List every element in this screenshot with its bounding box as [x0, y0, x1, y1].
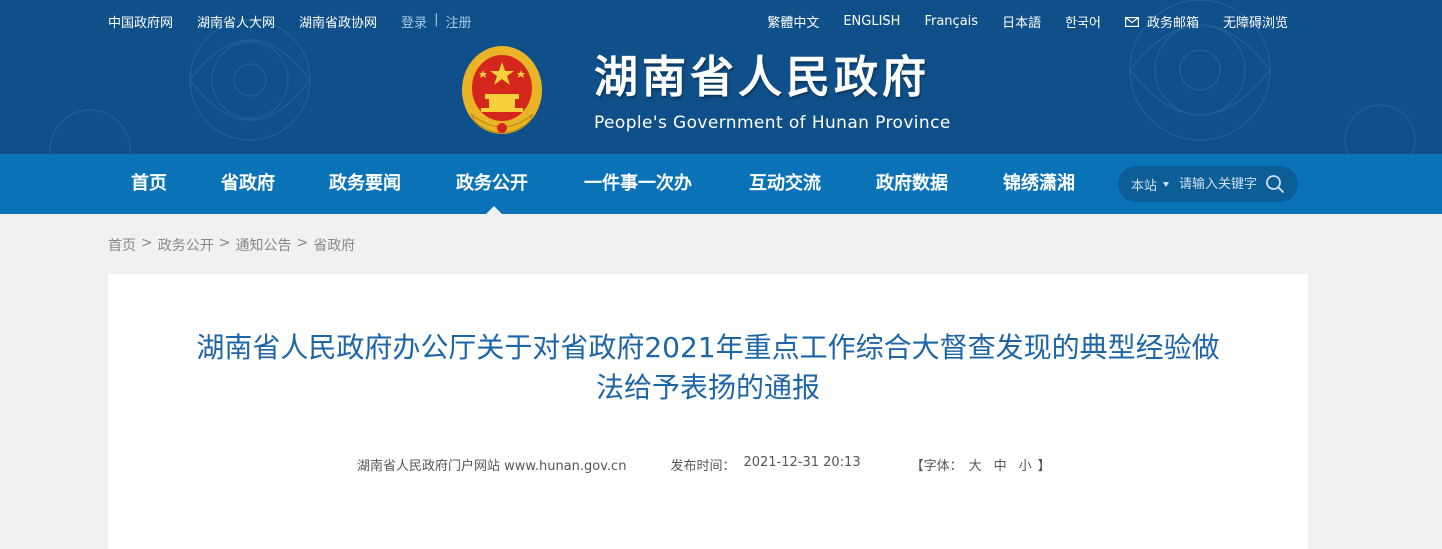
article-meta: 湖南省人民政府门户网站 www.hunan.gov.cn 发布时间： 2021-… [357, 455, 1051, 474]
publish-time-value: 2021-12-31 20:13 [743, 455, 861, 470]
active-nav-indicator [485, 206, 502, 214]
link-hunan-cppcc[interactable]: 湖南省政协网 [299, 12, 377, 31]
nav-gov-affairs-open-label: 政务公开 [456, 173, 528, 194]
breadcrumb-notices[interactable]: 通知公告 [235, 235, 291, 255]
auth-links: 登录 | 注册 [401, 12, 471, 31]
link-korean[interactable]: 한국어 [1065, 12, 1101, 31]
nav-one-thing-once[interactable]: 一件事一次办 [584, 154, 692, 214]
search-box: 本站 [1118, 166, 1298, 202]
mailbox-label: 政务邮箱 [1146, 16, 1199, 31]
register-link[interactable]: 注册 [445, 12, 471, 31]
breadcrumb-home[interactable]: 首页 [108, 235, 136, 255]
breadcrumb-gov-affairs-open[interactable]: 政务公开 [158, 235, 214, 255]
auth-separator: | [434, 12, 439, 27]
search-icon[interactable] [1265, 174, 1285, 194]
link-traditional-chinese[interactable]: 繁體中文 [767, 12, 819, 31]
caret-down-icon [1163, 181, 1170, 187]
breadcrumb-provincial-gov[interactable]: 省政府 [313, 235, 355, 255]
mail-icon [1124, 16, 1139, 27]
breadcrumb-separator: > [296, 235, 309, 251]
link-accessibility[interactable]: 无障碍浏览 [1223, 12, 1288, 31]
nav-gov-news[interactable]: 政务要闻 [329, 154, 401, 214]
nav-gov-affairs-open[interactable]: 政务公开 [456, 154, 531, 214]
site-title-chinese: 湖南省人民政府 [594, 52, 930, 103]
site-title-english: People's Government of Hunan Province [594, 113, 951, 133]
link-hunan-npc[interactable]: 湖南省人大网 [197, 12, 275, 31]
link-french[interactable]: Français [924, 12, 978, 31]
font-size-large[interactable]: 大 [969, 455, 982, 474]
link-english[interactable]: ENGLISH [843, 12, 900, 31]
search-scope-select[interactable]: 本站 [1131, 175, 1170, 194]
breadcrumb-separator: > [218, 235, 231, 251]
nav-gov-data[interactable]: 政府数据 [876, 154, 948, 214]
article-source: 湖南省人民政府门户网站 www.hunan.gov.cn [357, 459, 627, 474]
breadcrumb: 首页 > 政务公开 > 通知公告 > 省政府 [108, 235, 355, 255]
national-emblem-icon [462, 46, 542, 134]
nav-provincial-gov[interactable]: 省政府 [221, 154, 275, 214]
font-size-close: 】 [1037, 459, 1051, 474]
nav-interaction[interactable]: 互动交流 [749, 154, 821, 214]
font-size-switcher: 【字体： 大 中 小 】 [911, 455, 1051, 474]
top-right-links: 繁體中文 ENGLISH Français 日本語 한국어 政务邮箱 无障碍浏览 [767, 12, 1288, 31]
publish-time-label: 发布时间： [670, 459, 736, 474]
login-link[interactable]: 登录 [401, 12, 427, 31]
nav-splendid-hunan[interactable]: 锦绣潇湘 [1003, 154, 1075, 214]
font-size-label: 【字体： [910, 459, 963, 474]
article-card: 湖南省人民政府办公厅关于对省政府2021年重点工作综合大督查发现的典型经验做法给… [108, 274, 1308, 549]
link-china-gov[interactable]: 中国政府网 [108, 12, 173, 31]
article-title: 湖南省人民政府办公厅关于对省政府2021年重点工作综合大督查发现的典型经验做法给… [196, 331, 1220, 404]
search-input[interactable] [1179, 176, 1270, 192]
site-header: 中国政府网 湖南省人大网 湖南省政协网 登录 | 注册 繁體中文 ENGLISH… [0, 0, 1442, 154]
font-size-medium[interactable]: 中 [994, 455, 1007, 474]
top-left-links: 中国政府网 湖南省人大网 湖南省政协网 登录 | 注册 [108, 12, 471, 31]
nav-home[interactable]: 首页 [131, 154, 167, 214]
search-scope-label: 本站 [1131, 178, 1158, 194]
publish-time: 发布时间： 2021-12-31 20:13 [670, 455, 860, 474]
breadcrumb-separator: > [141, 235, 153, 251]
link-mailbox[interactable]: 政务邮箱 [1124, 12, 1199, 31]
font-size-small[interactable]: 小 [1019, 455, 1032, 474]
link-japanese[interactable]: 日本語 [1002, 12, 1041, 31]
